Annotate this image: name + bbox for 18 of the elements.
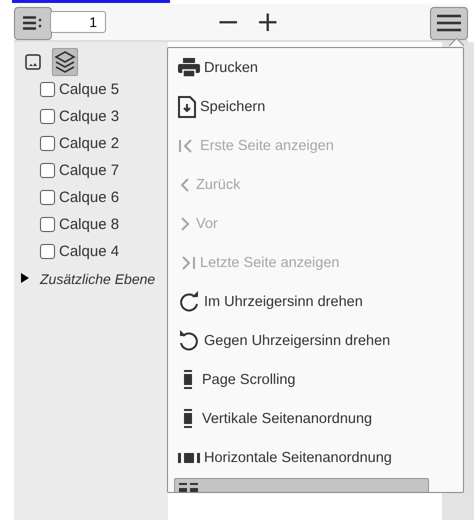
- layer-label: Calque 3: [59, 108, 120, 125]
- menu-item[interactable]: Speichern: [168, 87, 463, 126]
- zoom-in-button[interactable]: +: [252, 8, 284, 36]
- menu-item[interactable]: Vertikale Seitenanordnung: [168, 399, 463, 438]
- layer-label: Calque 7: [59, 162, 120, 179]
- layer-label: Calque 5: [59, 81, 120, 98]
- layer-label: Calque 4: [59, 243, 120, 260]
- menu-item[interactable]: Gegen Uhrzeigersinn drehen: [168, 321, 463, 360]
- menu-item[interactable]: Drucken: [168, 48, 463, 87]
- layer-label: Calque 8: [59, 216, 120, 233]
- menu-item[interactable]: Horizontale Seitenanordnung: [168, 438, 463, 477]
- layer-label: Calque 6: [59, 189, 120, 206]
- zoom-out-button[interactable]: −: [212, 8, 244, 36]
- additional-layers-label[interactable]: Zusätzliche Ebene: [40, 271, 156, 287]
- page-number-field[interactable]: 1: [50, 11, 106, 33]
- menu-item[interactable]: Page Scrolling: [168, 360, 463, 399]
- menu-item[interactable]: Im Uhrzeigersinn drehen: [168, 282, 463, 321]
- layer-label: Calque 2: [59, 135, 120, 152]
